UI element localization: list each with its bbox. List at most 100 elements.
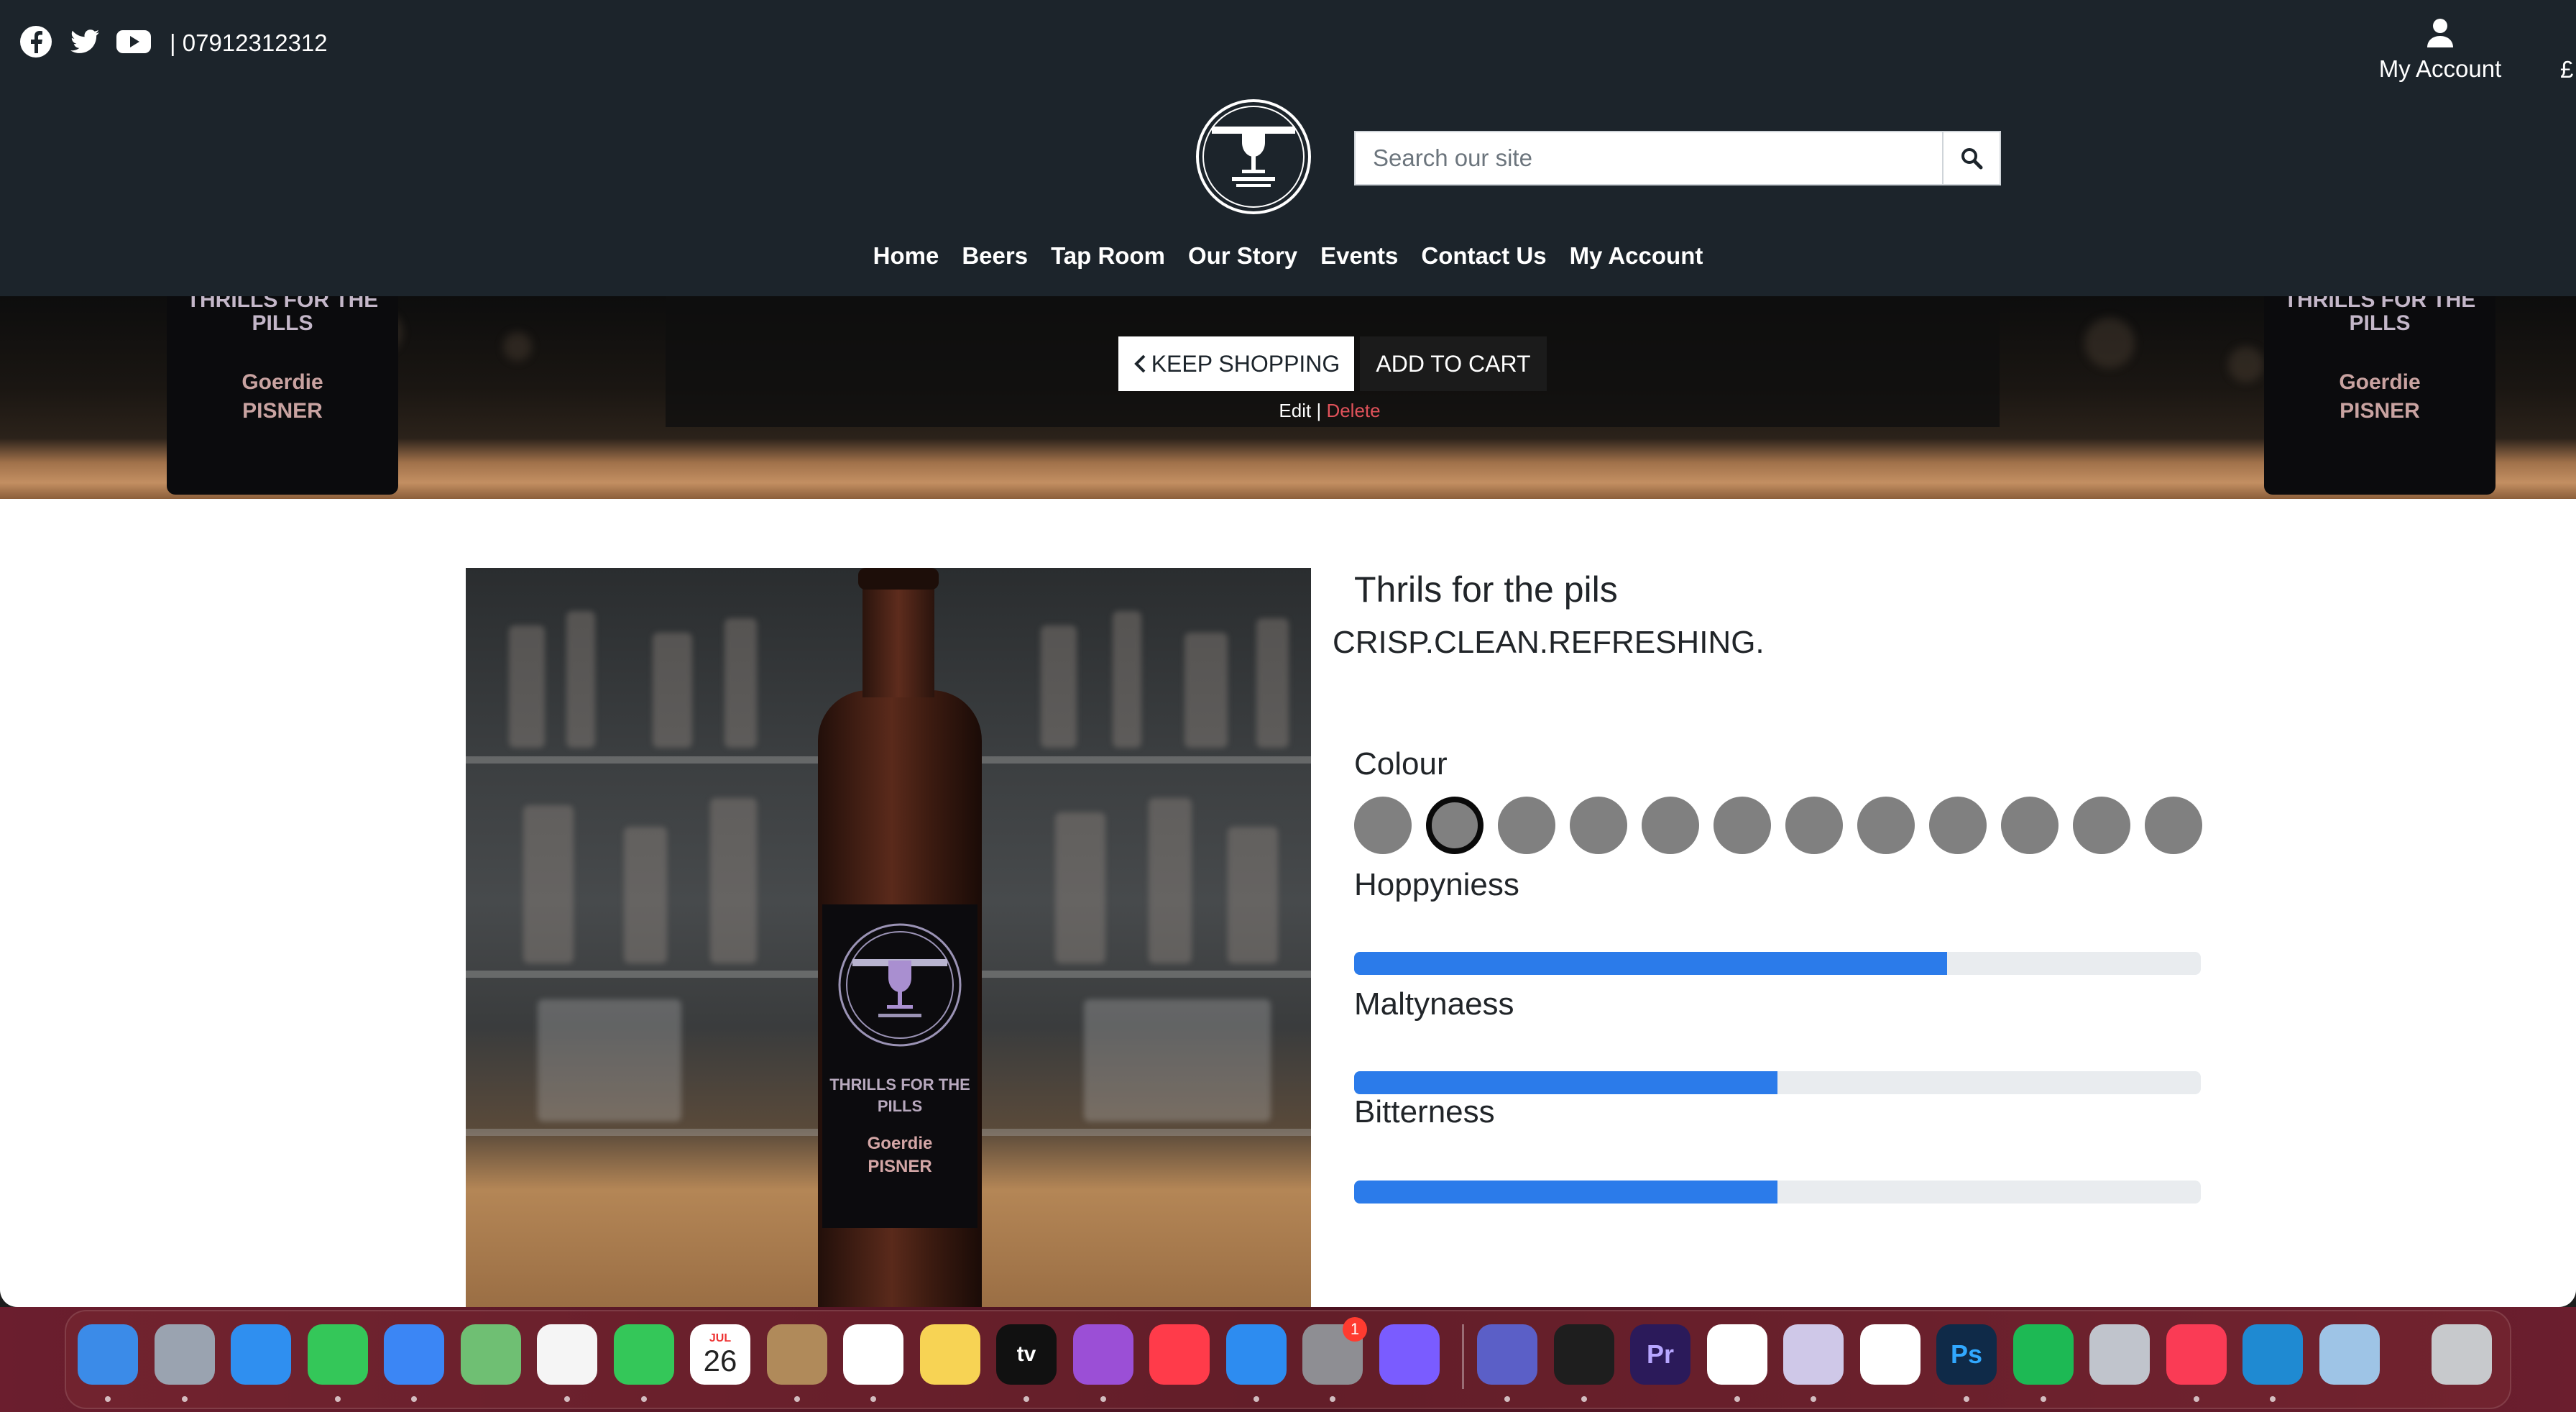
dock-photos-icon[interactable] — [537, 1324, 597, 1385]
hero-banner: THRILLS FOR THE PILLS Goerdie PISNER THR… — [0, 296, 2576, 499]
dock-premiere-pro-icon[interactable]: Pr — [1630, 1324, 1690, 1385]
search-icon — [1961, 148, 1983, 170]
bottle-label: THRILLS FOR THE PILLS Goerdie PISNER — [822, 904, 978, 1228]
hoppyniess-bar — [1354, 952, 2201, 975]
dock-running-indicator — [1581, 1396, 1587, 1402]
search-input[interactable] — [1356, 132, 1944, 184]
twitter-icon[interactable] — [68, 24, 102, 59]
dock-running-indicator — [794, 1396, 800, 1402]
dock-contacts-icon[interactable] — [766, 1324, 827, 1385]
dock-messenger-icon[interactable] — [1379, 1324, 1440, 1385]
hero-bottle-left: THRILLS FOR THE PILLS Goerdie PISNER — [167, 296, 398, 495]
dock-finder-icon[interactable] — [78, 1324, 138, 1385]
maltynaess-label: Maltynaess — [1354, 986, 1514, 1022]
add-to-cart-button[interactable]: ADD TO CART — [1360, 336, 1547, 391]
hoppyniess-bar-fill — [1354, 952, 1947, 975]
dock-notes-icon[interactable] — [919, 1324, 980, 1385]
nav-beers[interactable]: Beers — [962, 239, 1028, 273]
dock-vscode-icon[interactable] — [2242, 1324, 2303, 1385]
dock-launchpad-icon[interactable] — [154, 1324, 215, 1385]
account-label: My Account — [2378, 55, 2502, 82]
product-tagline: CRISP.CLEAN.REFRESHING. — [1333, 625, 1765, 660]
colour-swatch[interactable] — [1929, 797, 1987, 854]
nav-contact-us[interactable]: Contact Us — [1421, 239, 1546, 273]
dock-running-indicator — [411, 1396, 417, 1402]
dock-running-indicator — [1964, 1396, 1969, 1402]
dock-facetime-icon[interactable] — [613, 1324, 674, 1385]
image-label-text-2: PILLS — [877, 1097, 923, 1115]
colour-swatch[interactable] — [2073, 797, 2130, 854]
cart-total[interactable]: £ — [2560, 56, 2573, 83]
hoppyniess-label: Hoppyniess — [1354, 867, 1519, 902]
dock-running-indicator — [181, 1396, 188, 1402]
maltynaess-bar — [1354, 1071, 2201, 1094]
facebook-icon[interactable] — [19, 24, 53, 59]
brewery-logo[interactable] — [1195, 98, 1312, 216]
hero-bottle-right-text-4: PISNER — [2340, 399, 2420, 423]
dock-calendar-icon[interactable]: JUL 26 — [690, 1324, 750, 1385]
dock-apple-tv-icon[interactable]: tv — [996, 1324, 1057, 1385]
dock-terminal-icon[interactable] — [1553, 1324, 1614, 1385]
bottle-cap — [858, 568, 939, 590]
dock-teams-icon[interactable] — [1477, 1324, 1537, 1385]
dock-safari-icon[interactable] — [231, 1324, 291, 1385]
chevron-left-icon — [1133, 354, 1146, 373]
dock-chrome-icon[interactable] — [1706, 1324, 1767, 1385]
search-button[interactable] — [1942, 132, 2000, 184]
dock-smile-icon[interactable] — [1859, 1324, 1920, 1385]
dock-preview-icon[interactable] — [2319, 1324, 2380, 1385]
dock-reminders-icon[interactable] — [843, 1324, 903, 1385]
dock-divider — [1462, 1324, 1464, 1389]
dock-running-indicator — [2193, 1396, 2199, 1402]
nav-events[interactable]: Events — [1320, 239, 1398, 273]
youtube-icon[interactable] — [115, 24, 152, 59]
dock-app-store-icon[interactable] — [1225, 1324, 1287, 1385]
nav-my-account[interactable]: My Account — [1570, 239, 1703, 273]
colour-label: Colour — [1354, 746, 1448, 781]
image-label-text-3: Goerdie — [867, 1134, 933, 1153]
dock-running-indicator — [1330, 1396, 1335, 1402]
colour-swatch[interactable] — [1714, 797, 1771, 854]
site-header: | 07912312312 My Account £ Search our si… — [0, 0, 2576, 296]
colour-swatch[interactable] — [1498, 797, 1555, 854]
dock-rocket-icon[interactable] — [2089, 1324, 2150, 1385]
dock-spotify-icon[interactable] — [2012, 1324, 2074, 1385]
dock-photoshop-icon[interactable]: Ps — [1936, 1324, 1997, 1385]
colour-swatch[interactable] — [2001, 797, 2058, 854]
dock-mail-icon[interactable] — [384, 1324, 444, 1385]
dock-podcasts-icon[interactable] — [1072, 1324, 1133, 1385]
dock-running-indicator — [564, 1396, 570, 1402]
keep-shopping-label: KEEP SHOPPING — [1151, 350, 1340, 377]
account-link[interactable]: My Account — [2372, 17, 2508, 83]
dock-messages-icon[interactable] — [307, 1324, 368, 1385]
image-label-text-1: THRILLS FOR THE — [829, 1076, 970, 1094]
keep-shopping-button[interactable]: KEEP SHOPPING — [1118, 336, 1354, 391]
edit-link[interactable]: Edit — [1279, 400, 1311, 421]
notification-badge: 1 — [1343, 1317, 1367, 1342]
colour-swatch[interactable] — [1570, 797, 1627, 854]
colour-swatch[interactable] — [1426, 797, 1484, 854]
dock-music-icon[interactable] — [2166, 1324, 2227, 1385]
colour-swatch[interactable] — [2145, 797, 2202, 854]
dock-trash-icon[interactable] — [2432, 1324, 2492, 1385]
dock-running-indicator — [105, 1396, 111, 1402]
dock-running-indicator — [1504, 1396, 1510, 1402]
hero-bottle-right: THRILLS FOR THE PILLS Goerdie PISNER — [2264, 296, 2496, 495]
dock-running-indicator — [334, 1396, 341, 1402]
dock-vpn-icon[interactable] — [1783, 1324, 1844, 1385]
dock-maps-icon[interactable] — [460, 1324, 521, 1385]
colour-swatch[interactable] — [1642, 797, 1699, 854]
colour-swatch[interactable] — [1785, 797, 1843, 854]
dock-news-icon[interactable] — [1149, 1324, 1210, 1385]
admin-separator: | — [1316, 400, 1322, 421]
dock-running-indicator — [870, 1396, 876, 1402]
phone-number: | 07912312312 — [170, 29, 328, 56]
colour-swatch[interactable] — [1354, 797, 1412, 854]
product-image: THRILLS FOR THE PILLS Goerdie PISNER — [466, 568, 1311, 1307]
colour-swatch[interactable] — [1857, 797, 1915, 854]
nav-home[interactable]: Home — [873, 239, 939, 273]
nav-tap-room[interactable]: Tap Room — [1051, 239, 1165, 273]
delete-link[interactable]: Delete — [1326, 400, 1380, 421]
admin-links: Edit | Delete — [1222, 400, 1438, 422]
nav-our-story[interactable]: Our Story — [1188, 239, 1297, 273]
